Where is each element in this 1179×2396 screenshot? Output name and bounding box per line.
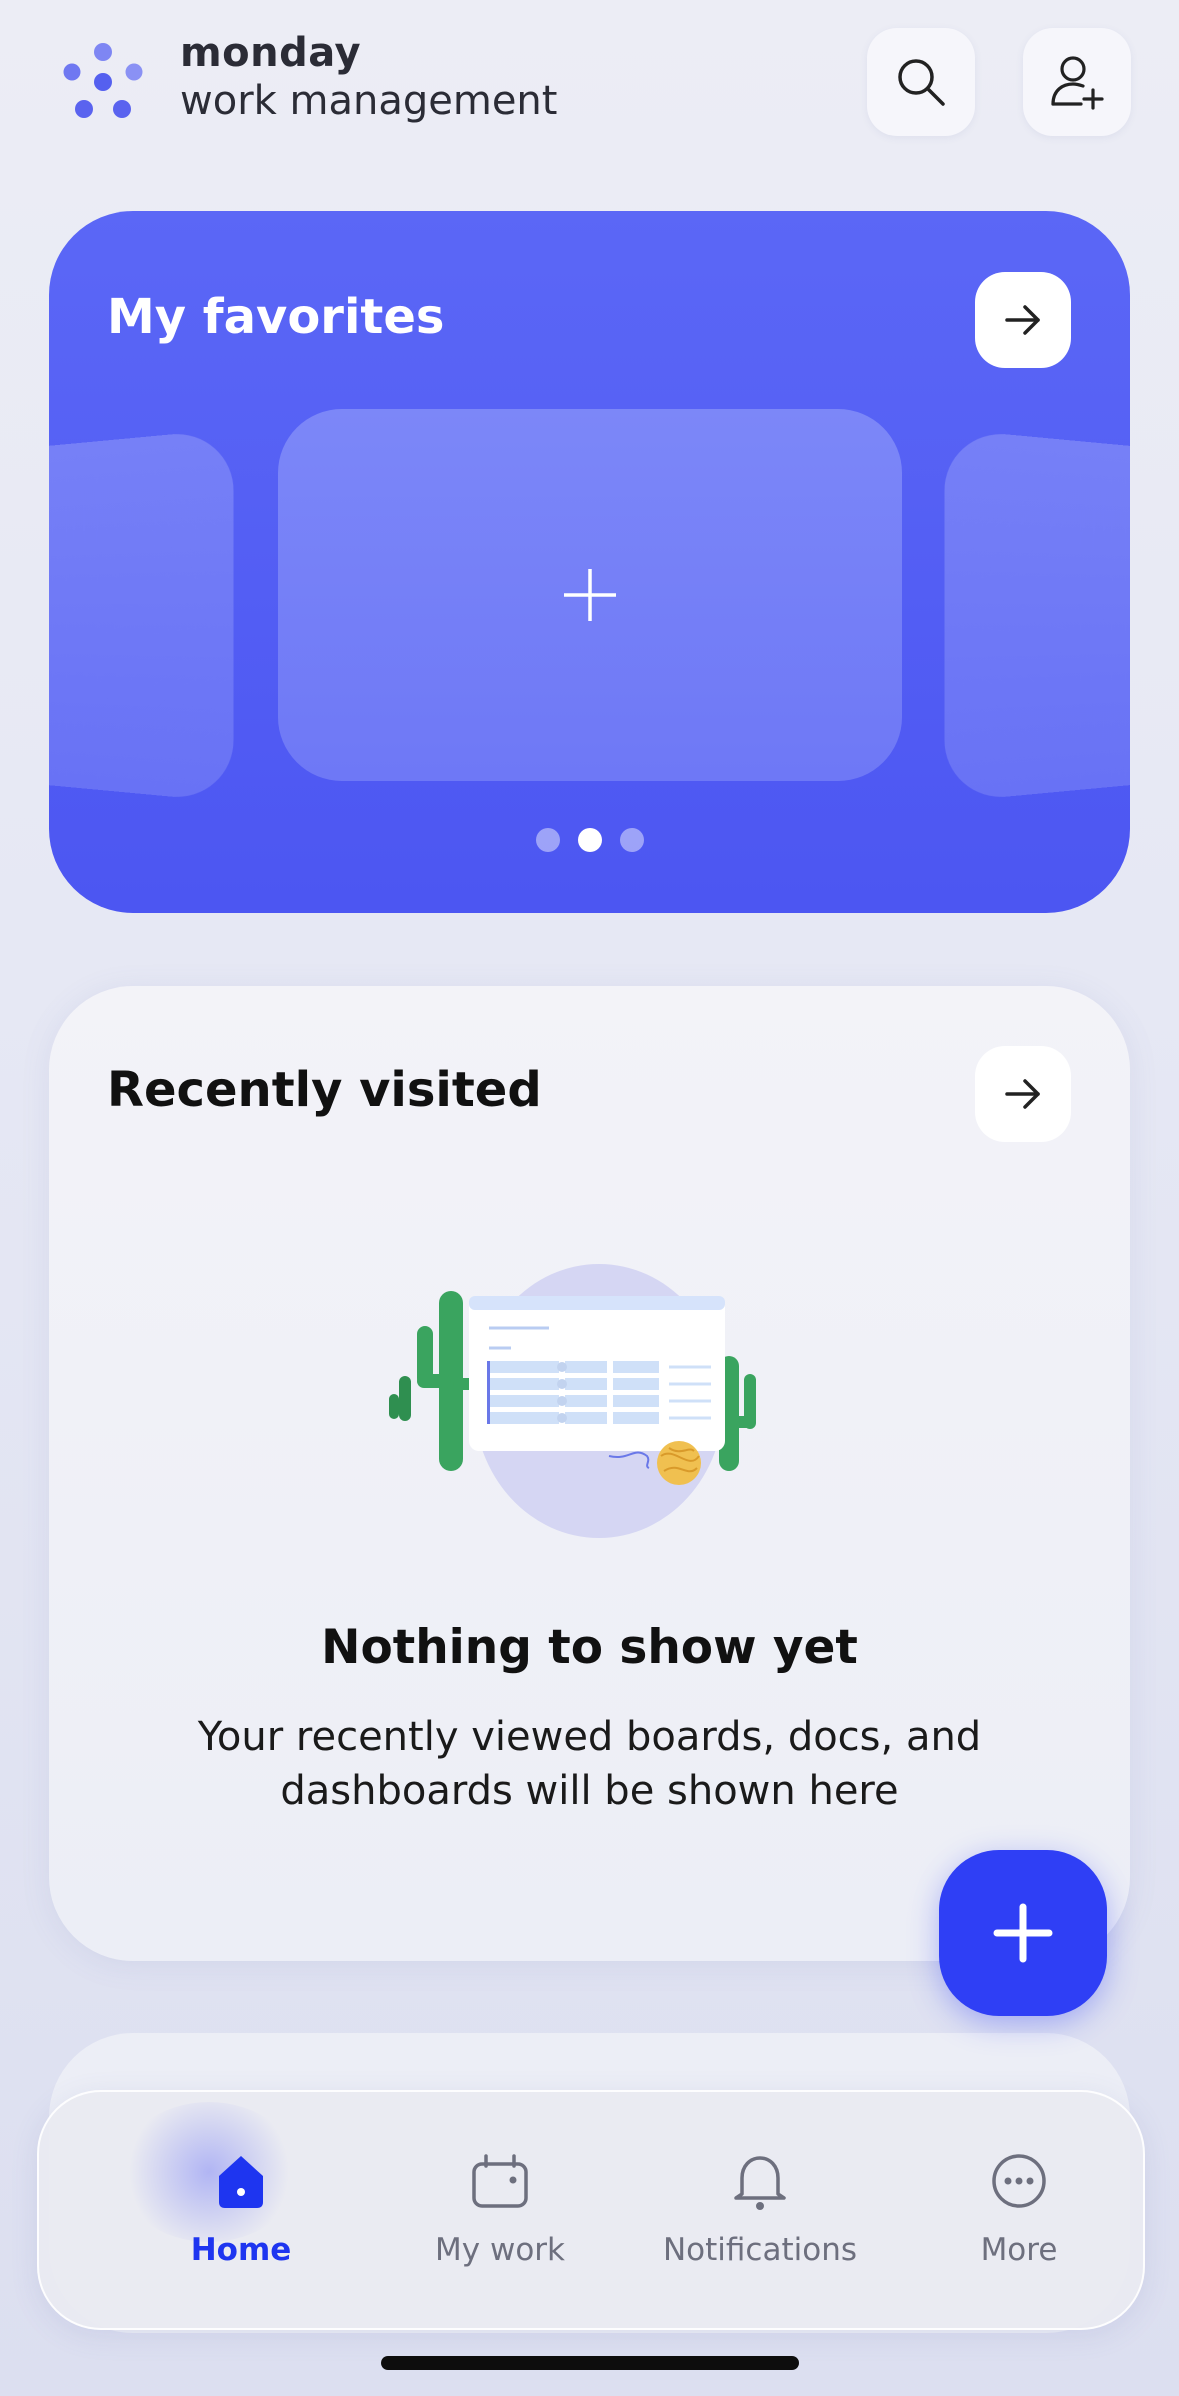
page-dot[interactable] — [535, 828, 560, 852]
calendar-icon — [472, 2154, 528, 2208]
person-add-icon — [1051, 56, 1104, 110]
favorites-card: My favorites — [49, 211, 1130, 913]
bell-icon — [734, 2156, 786, 2210]
tab-more-label: More — [980, 2232, 1058, 2268]
page-dot[interactable] — [619, 828, 644, 852]
tab-notifications[interactable]: Notifications — [630, 2152, 890, 2268]
more-icon — [992, 2154, 1046, 2208]
tab-more[interactable]: More — [889, 2152, 1143, 2268]
carousel-pagination — [49, 828, 1130, 852]
page-dot-active[interactable] — [577, 828, 602, 852]
empty-state-message: Your recently viewed boards, docs, and d… — [197, 1714, 982, 1814]
monday-logo — [63, 43, 143, 118]
home-icon — [219, 2156, 263, 2208]
favorite-slot-previous[interactable] — [49, 428, 234, 803]
empty-state-illustration — [389, 1264, 756, 1538]
plus-icon — [993, 1903, 1053, 1963]
favorite-slot-next[interactable] — [944, 428, 1130, 803]
favorites-open-button[interactable] — [975, 272, 1071, 368]
invite-member-button[interactable] — [1023, 28, 1131, 136]
recently-visited-title: Recently visited — [107, 1062, 542, 1118]
arrow-right-icon — [1005, 1079, 1040, 1109]
bottom-tab-bar: Home My work Notifications More — [37, 2090, 1145, 2330]
tab-home-label: Home — [190, 2232, 292, 2268]
tab-home[interactable]: Home — [111, 2152, 371, 2268]
plus-icon — [564, 569, 616, 621]
empty-state-title: Nothing to show yet — [321, 1620, 858, 1675]
favorites-title: My favorites — [107, 289, 445, 345]
arrow-right-icon — [1005, 305, 1040, 335]
brand-subtitle: work management — [180, 78, 558, 124]
recently-visited-card: Recently visited Nothing to show yet You… — [49, 986, 1130, 1961]
tab-my-work[interactable]: My work — [370, 2152, 630, 2268]
add-favorite-slot[interactable] — [278, 409, 902, 781]
create-fab-button[interactable] — [939, 1850, 1107, 2016]
search-icon — [898, 59, 945, 106]
home-indicator[interactable] — [381, 2356, 799, 2370]
tab-my-work-label: My work — [435, 2232, 565, 2268]
brand-name: monday — [180, 30, 362, 76]
search-button[interactable] — [867, 28, 975, 136]
tab-notifications-label: Notifications — [662, 2232, 858, 2268]
recently-visited-open-button[interactable] — [975, 1046, 1071, 1142]
